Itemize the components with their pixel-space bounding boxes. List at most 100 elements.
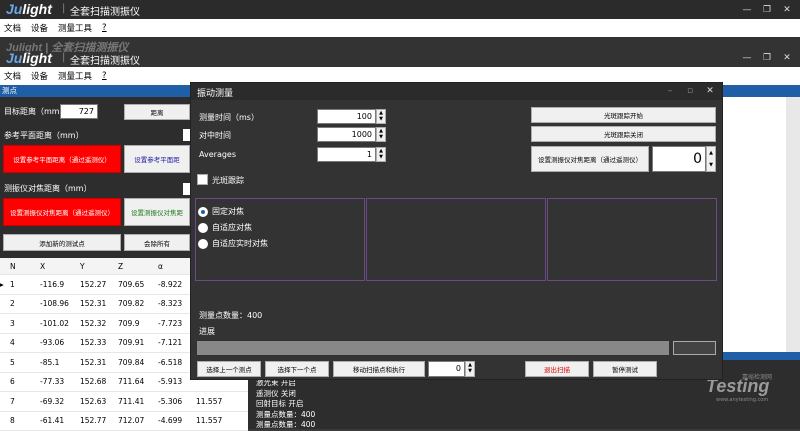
ref-plane-label: 参考平面距离（mm）: [4, 130, 84, 141]
menu-document[interactable]: 文档: [4, 22, 21, 34]
progress-value-box: [673, 341, 716, 355]
main-restore-icon[interactable]: ❐: [758, 50, 776, 66]
radio-icon[interactable]: [198, 239, 208, 249]
table-cell: -4.699: [158, 416, 196, 425]
table-cell: 152.63: [80, 397, 118, 406]
table-cell: -116.9: [40, 280, 80, 289]
table-cell: 2: [10, 299, 40, 308]
menu-help[interactable]: ?: [102, 23, 107, 33]
prev-point-button[interactable]: 选择上一个测点: [197, 361, 261, 377]
stepper-down-icon[interactable]: ▼: [377, 154, 385, 160]
focus-option-adaptive-realtime[interactable]: 自适应实时对焦: [198, 238, 268, 249]
menu-device[interactable]: 设备: [31, 22, 48, 34]
averages-label: Averages: [199, 150, 236, 159]
move-scan-button[interactable]: 移动扫描点和执行: [333, 361, 425, 377]
vibration-dialog: 振动测量 – ▫ ✕ 测量时间（ms） 100 ▲▼ 对中时间 1000 ▲▼ …: [190, 82, 723, 380]
spot-tracking-checkbox[interactable]: [197, 174, 208, 185]
distance-button[interactable]: 距离: [124, 104, 190, 120]
main-menu-device[interactable]: 设备: [31, 70, 48, 82]
exit-scan-button[interactable]: 退出扫描: [525, 361, 589, 377]
table-cell: 711.41: [118, 397, 158, 406]
set-focus-distance-button-2[interactable]: 设置测振仪对焦距: [124, 198, 190, 226]
col-x: X: [40, 262, 80, 271]
step-value-stepper[interactable]: ▲▼: [465, 361, 475, 377]
table-cell: 11.557: [196, 397, 236, 406]
table-row[interactable]: 7-69.32152.63711.41-5.30611.557: [0, 392, 248, 412]
row-selector-icon[interactable]: ▸: [0, 280, 10, 289]
dialog-restore-icon[interactable]: ▫: [681, 83, 699, 99]
step-value-input[interactable]: 0: [428, 361, 465, 377]
stepper-up-icon[interactable]: ▲: [707, 147, 715, 159]
focus-option-adaptive[interactable]: 自适应对焦: [198, 222, 252, 233]
back-window-menubar: 文档 设备 测量工具 ?: [0, 19, 800, 37]
radio-icon[interactable]: [198, 223, 208, 233]
spot-tracking-off-button[interactable]: 光斑跟踪关闭: [531, 126, 716, 142]
main-menu-tools[interactable]: 测量工具: [58, 70, 92, 82]
table-row[interactable]: 8-61.41152.77712.07-4.69911.557: [0, 412, 248, 431]
table-cell: 709.84: [118, 358, 158, 367]
table-cell: 152.31: [80, 299, 118, 308]
main-window-logo: Julight: [6, 50, 52, 66]
focus-value-input[interactable]: 0: [652, 146, 706, 172]
delete-all-button[interactable]: 会除所有: [124, 234, 190, 251]
side-panel-title: 测点: [2, 86, 17, 95]
stepper-down-icon[interactable]: ▼: [377, 116, 385, 122]
pair-time-input[interactable]: 1000: [317, 127, 376, 142]
table-cell: -69.32: [40, 397, 80, 406]
progress-bar: [197, 341, 669, 355]
table-cell: -101.02: [40, 319, 80, 328]
pair-time-stepper[interactable]: ▲▼: [376, 127, 386, 142]
table-cell: -5.306: [158, 397, 196, 406]
main-window-titlebar: Julight | 全套扫描测振仪 Julight | 全套扫描测振仪 — ❐ …: [0, 37, 800, 67]
log-line: 测量点数量：400: [256, 410, 800, 421]
add-point-button[interactable]: 添加新的测试点: [3, 234, 121, 251]
back-window-titlebar: Julight | 全套扫描测振仪 — ❐ ✕: [0, 0, 800, 19]
spot-tracking-label: 光斑跟踪: [212, 175, 244, 186]
watermark-url: www.anytesting.com: [716, 397, 768, 403]
table-cell: 8: [10, 416, 40, 425]
main-close-icon[interactable]: ✕: [778, 50, 796, 66]
point-count-label: 测量点数量：400: [199, 310, 262, 321]
set-focus-button[interactable]: 设置测振仪对焦距离（通过遥测仪）: [531, 146, 649, 172]
radio-selected-icon[interactable]: [198, 207, 208, 217]
set-ref-plane-button[interactable]: 设置参考平面距离（通过遥测仪）: [3, 145, 121, 173]
right-scrollbar[interactable]: [786, 97, 800, 352]
focus-option-fixed[interactable]: 固定对焦: [198, 206, 244, 217]
main-window-title: 全套扫描测振仪: [70, 52, 140, 67]
main-menu-help[interactable]: ?: [102, 71, 107, 81]
table-cell: 5: [10, 358, 40, 367]
next-point-button[interactable]: 选择下一个点: [265, 361, 329, 377]
table-cell: 709.9: [118, 319, 158, 328]
col-z: Z: [118, 262, 158, 271]
minimize-icon[interactable]: —: [738, 2, 756, 18]
spot-tracking-on-button[interactable]: 光斑跟踪开始: [531, 107, 716, 123]
right-panel: [547, 198, 717, 281]
dialog-minimize-icon[interactable]: –: [661, 83, 679, 99]
dialog-close-icon[interactable]: ✕: [701, 83, 719, 99]
back-window-logo: Julight: [6, 1, 52, 17]
stepper-down-icon[interactable]: ▼: [377, 134, 385, 140]
stepper-down-icon[interactable]: ▼: [466, 368, 474, 374]
table-cell: 711.64: [118, 377, 158, 386]
measure-time-input[interactable]: 100: [317, 109, 376, 124]
pause-test-button[interactable]: 暂停测试: [593, 361, 657, 377]
table-cell: 152.68: [80, 377, 118, 386]
menu-tools[interactable]: 测量工具: [58, 22, 92, 34]
main-minimize-icon[interactable]: —: [738, 50, 756, 66]
restore-icon[interactable]: ❐: [758, 2, 776, 18]
stepper-down-icon[interactable]: ▼: [707, 159, 715, 171]
main-menu-document[interactable]: 文档: [4, 70, 21, 82]
table-cell: -77.33: [40, 377, 80, 386]
focus-value-stepper[interactable]: ▲▼: [706, 146, 716, 172]
col-y: Y: [80, 262, 118, 271]
target-distance-input[interactable]: 727: [60, 104, 98, 119]
set-focus-distance-button[interactable]: 设置测振仪对焦距离（通过遥测仪）: [3, 198, 121, 226]
measure-time-stepper[interactable]: ▲▼: [376, 109, 386, 124]
averages-input[interactable]: 1: [317, 147, 376, 162]
close-icon[interactable]: ✕: [778, 2, 796, 18]
set-ref-plane-button-2[interactable]: 设置参考平面距: [124, 145, 190, 173]
averages-stepper[interactable]: ▲▼: [376, 147, 386, 162]
table-cell: -85.1: [40, 358, 80, 367]
dialog-titlebar: 振动测量 – ▫ ✕: [191, 83, 722, 100]
table-cell: 152.27: [80, 280, 118, 289]
